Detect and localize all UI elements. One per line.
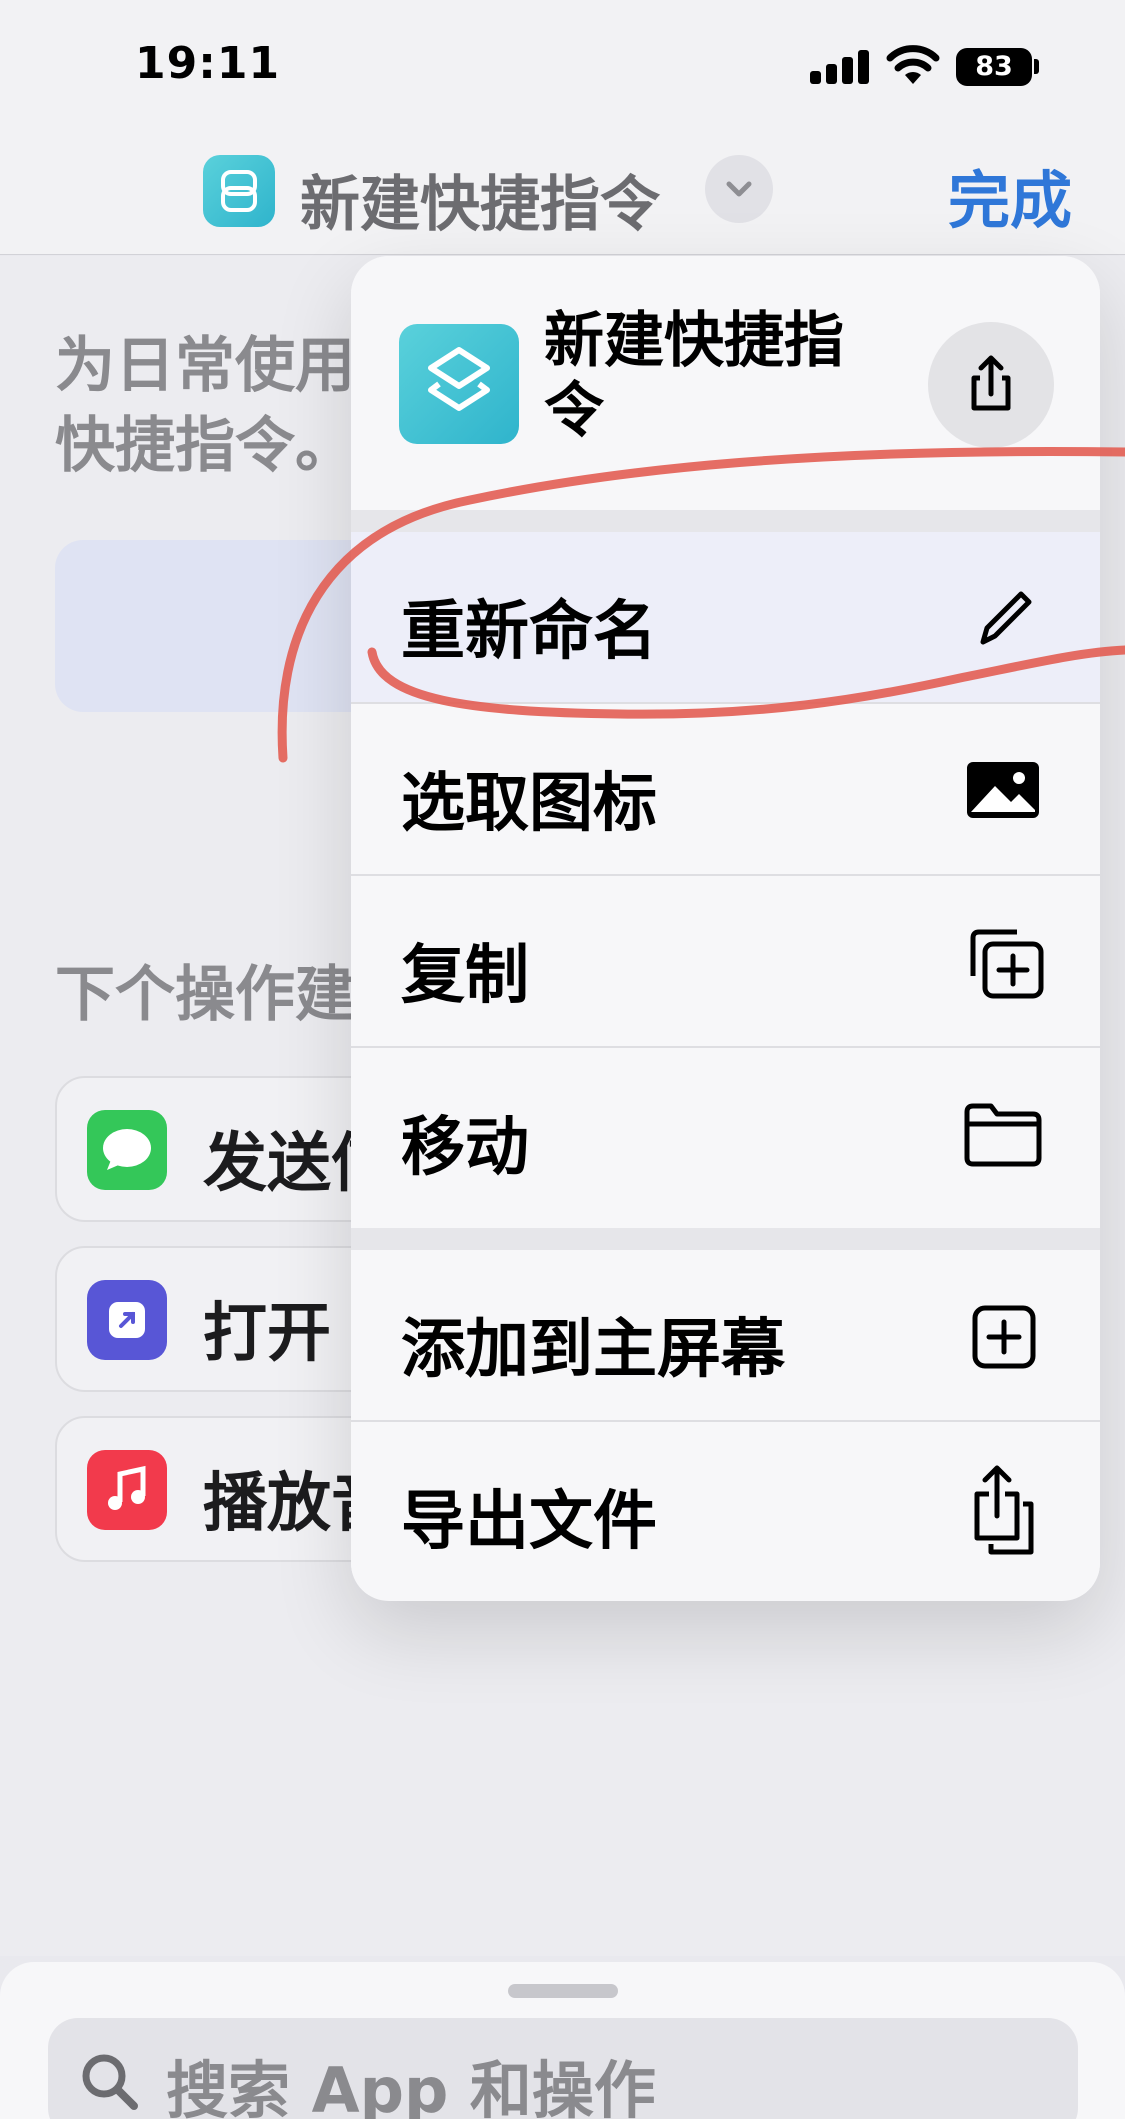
search-placeholder: 搜索 App 和操作 bbox=[166, 2054, 656, 2119]
menu-item-move[interactable]: 移动 bbox=[351, 1048, 1100, 1220]
menu-item-label: 重新命名 bbox=[401, 595, 657, 669]
nav-title[interactable]: 新建快捷指令 bbox=[300, 156, 660, 243]
bottom-sheet: 搜索 App 和操作 bbox=[0, 1962, 1125, 2119]
export-icon bbox=[974, 1465, 1034, 1555]
shortcut-icon bbox=[399, 324, 519, 444]
layers-icon bbox=[428, 347, 490, 411]
share-button[interactable] bbox=[928, 322, 1054, 448]
menu-header: 新建快捷指令 bbox=[351, 256, 1100, 510]
menu-item-export-file[interactable]: 导出文件 bbox=[351, 1422, 1100, 1594]
battery-tip bbox=[1034, 59, 1039, 74]
menu-item-label: 添加到主屏幕 bbox=[401, 1313, 785, 1387]
shortcut-app-icon[interactable] bbox=[203, 155, 275, 227]
sheet-grabber[interactable] bbox=[508, 1984, 618, 1998]
photo-icon bbox=[967, 762, 1039, 818]
description-line-1: 为日常使用 bbox=[55, 331, 355, 401]
menu-item-label: 导出文件 bbox=[401, 1485, 657, 1559]
open-app-icon bbox=[87, 1280, 167, 1360]
menu-item-rename[interactable]: 重新命名 bbox=[351, 532, 1100, 704]
menu-item-add-to-home-screen[interactable]: 添加到主屏幕 bbox=[351, 1250, 1100, 1422]
description-line-2: 快捷指令。 bbox=[55, 411, 355, 481]
status-bar: 19:11 83 bbox=[0, 0, 1125, 130]
menu-separator bbox=[351, 1228, 1100, 1250]
messages-icon bbox=[87, 1110, 167, 1190]
context-menu: 新建快捷指令 重新命名 选取图标 复制 移动 添加到主屏幕 导出文件 bbox=[351, 256, 1100, 1601]
description-text: 为日常使用 快捷指令。 bbox=[55, 326, 395, 486]
menu-item-label: 复制 bbox=[401, 939, 529, 1013]
menu-title: 新建快捷指令 bbox=[544, 306, 844, 446]
menu-separator bbox=[351, 510, 1100, 532]
pencil-icon bbox=[980, 591, 1032, 645]
menu-item-duplicate[interactable]: 复制 bbox=[351, 876, 1100, 1048]
menu-item-label: 移动 bbox=[401, 1111, 529, 1185]
title-menu-button[interactable] bbox=[705, 155, 773, 223]
menu-item-label: 选取图标 bbox=[401, 767, 657, 841]
cellular-signal-icon bbox=[810, 48, 870, 84]
search-input[interactable]: 搜索 App 和操作 bbox=[48, 2018, 1078, 2119]
status-time: 19:11 bbox=[135, 38, 281, 89]
next-action-heading: 下个操作建议 bbox=[55, 960, 385, 1030]
share-icon bbox=[971, 355, 1011, 411]
folder-icon bbox=[964, 1103, 1042, 1167]
add-to-home-icon bbox=[972, 1305, 1036, 1369]
menu-item-choose-icon[interactable]: 选取图标 bbox=[351, 704, 1100, 876]
duplicate-icon bbox=[970, 929, 1044, 999]
done-button[interactable]: 完成 bbox=[948, 150, 1072, 240]
layers-icon bbox=[221, 170, 257, 212]
music-icon bbox=[87, 1450, 167, 1530]
battery-indicator: 83 bbox=[956, 48, 1032, 86]
search-icon bbox=[82, 2054, 138, 2110]
wifi-icon bbox=[886, 45, 940, 84]
chevron-down-icon bbox=[726, 181, 752, 197]
nav-bar: 新建快捷指令 完成 bbox=[0, 130, 1125, 255]
